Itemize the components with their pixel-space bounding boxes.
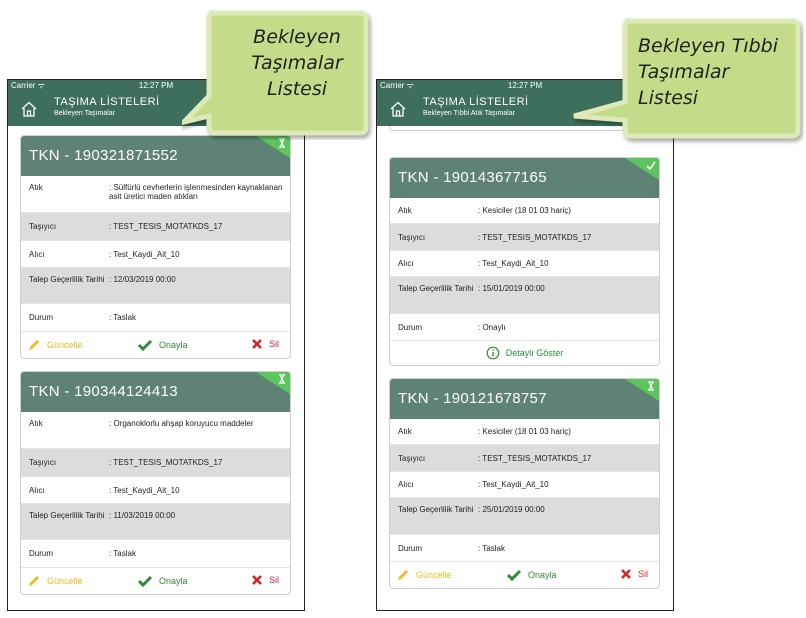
info-row-receiver: Alıcı: Test_Kaydi_Ait_10 [390, 251, 659, 277]
show-details-label: Detaylı Göster [505, 348, 564, 358]
card-header: TKN - 190321871552 [21, 136, 290, 176]
info-row-waste: Atık: Organoklorlu ahşap koruyucu maddel… [21, 412, 290, 449]
info-row-status: Durum: Taslak [390, 535, 659, 562]
checkmark-icon [137, 575, 153, 588]
checkmark-icon [137, 339, 153, 352]
info-row-receiver: Alıcı: Test_Kaydi_Ait_10 [21, 477, 290, 504]
approve-button[interactable]: Onayla [137, 574, 188, 588]
info-row-receiver: Alıcı: Test_Kaydi_Ait_10 [21, 241, 290, 268]
tkn-number: TKN - 190344124413 [29, 383, 178, 400]
transport-card[interactable]: TKN - 190143677165 Atık: Kesiciler (18 0… [389, 157, 660, 366]
info-row-validity-date: Talep Geçerlilik Tarihi: 12/03/2019 00:0… [21, 268, 290, 304]
page-title: TAŞIMA LİSTELERİ [54, 96, 160, 108]
pencil-icon [398, 570, 408, 580]
checkmark-icon [506, 569, 522, 582]
info-row-status: Durum: Taslak [21, 540, 290, 568]
cross-icon [621, 569, 631, 579]
card-header: TKN - 190121678757 [390, 379, 659, 419]
hourglass-badge-icon [625, 379, 659, 401]
info-row-validity-date: Talep Geçerlilik Tarihi: 15/01/2019 00:0… [390, 277, 659, 314]
page-subtitle: Bekleyen Tıbbi Atık Taşımalar [423, 110, 515, 117]
card-actions: Güncelle Onayla Sil [21, 568, 290, 594]
info-row-receiver: Alıcı: Test_Kaydi_Ait_10 [390, 472, 659, 498]
home-icon[interactable] [20, 100, 38, 118]
tkn-number: TKN - 190121678757 [398, 390, 547, 407]
pencil-icon [29, 576, 39, 586]
tkn-number: TKN - 190321871552 [29, 147, 178, 164]
info-row-status: Durum: Taslak [21, 304, 290, 332]
page-title: TAŞIMA LİSTELERİ [423, 96, 529, 108]
edit-button[interactable]: Güncelle [396, 568, 452, 582]
info-row-carrier: Taşıyıcı: TEST_TESIS_MOTATKDS_17 [21, 449, 290, 477]
card-header: TKN - 190344124413 [21, 372, 290, 412]
home-icon[interactable] [389, 100, 407, 118]
cross-icon [252, 575, 262, 585]
card-actions: Güncelle Onayla Sil [390, 562, 659, 588]
show-details-button[interactable]: Detaylı Göster [390, 341, 659, 365]
delete-button[interactable]: Sil [251, 574, 279, 586]
callout-text-left: Bekleyen Taşımalar Listesi [251, 26, 343, 100]
delete-button[interactable]: Sil [620, 568, 648, 580]
hourglass-badge-icon [256, 372, 290, 394]
info-row-carrier: Taşıyıcı: TEST_TESIS_MOTATKDS_17 [21, 213, 290, 241]
card-actions: Güncelle Onayla Sil [21, 332, 290, 358]
edit-button[interactable]: Güncelle [27, 338, 83, 352]
info-row-waste: Atık: Kesiciler (18 01 03 hariç) [390, 198, 659, 224]
info-row-carrier: Taşıyıcı: TEST_TESIS_MOTATKDS_17 [390, 224, 659, 251]
delete-button[interactable]: Sil [251, 338, 279, 350]
info-row-carrier: Taşıyıcı: TEST_TESIS_MOTATKDS_17 [390, 445, 659, 472]
callout-text-right: Bekleyen Tıbbi Taşımalar Listesi [638, 35, 778, 109]
info-icon [486, 346, 500, 360]
approve-button[interactable]: Onayla [506, 568, 557, 582]
transport-card[interactable]: TKN - 190321871552 Atık: Sülfürlü cevher… [20, 135, 291, 359]
info-row-waste: Atık: Sülfürlü cevherlerin işlenmesinden… [21, 176, 290, 213]
phone-screen-pending-medical-transports: Carrier ᯤ 12:27 PM TAŞIMA LİSTELERİ Bekl… [376, 79, 674, 611]
page-subtitle: Bekleyen Taşımalar [54, 110, 115, 117]
checkmark-badge-icon [625, 158, 659, 180]
info-row-validity-date: Talep Geçerlilik Tarihi: 11/03/2019 00:0… [21, 504, 290, 540]
pencil-icon [29, 340, 39, 350]
cross-icon [252, 339, 262, 349]
info-row-status: Durum: Onaylı [390, 314, 659, 341]
phone-screen-pending-transports: Carrier ᯤ 12:27 PM TAŞIMA LİSTELERİ Bekl… [7, 79, 305, 611]
card-header: TKN - 190143677165 [390, 158, 659, 198]
transport-card[interactable]: TKN - 190344124413 Atık: Organoklorlu ah… [20, 371, 291, 595]
transport-card[interactable]: TKN - 190121678757 Atık: Kesiciler (18 0… [389, 378, 660, 589]
tkn-number: TKN - 190143677165 [398, 169, 547, 186]
approve-button[interactable]: Onayla [137, 338, 188, 352]
info-row-waste: Atık: Kesiciler (18 01 03 hariç) [390, 419, 659, 445]
edit-button[interactable]: Güncelle [27, 574, 83, 588]
info-row-validity-date: Talep Geçerlilik Tarihi: 25/01/2019 00:0… [390, 498, 659, 535]
